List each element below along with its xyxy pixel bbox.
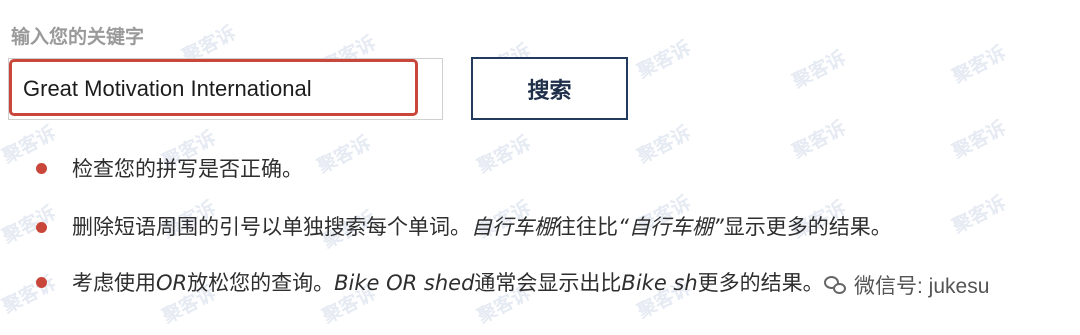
- bullet-icon: [36, 277, 47, 288]
- tip-text: 检查您的拼写是否正确。: [72, 157, 303, 181]
- tip-text: 显示更多的结果。: [723, 215, 892, 239]
- wechat-brand-overlay: 微信号: jukesu: [820, 270, 994, 300]
- tip-text: 放松您的查询。: [187, 271, 335, 295]
- tip-text: 考虑使用: [72, 271, 156, 295]
- tip-text: 通常会显示出比: [474, 271, 622, 295]
- tip-text: 往往比: [555, 215, 618, 239]
- tip-quotes: 删除短语周围的引号以单独搜索每个单词。自行车棚往往比“自行车棚”显示更多的结果。: [72, 214, 892, 240]
- tip-example: “自行车棚”: [618, 215, 724, 239]
- bullet-icon: [36, 222, 47, 233]
- bullet-icon: [36, 163, 47, 174]
- tip-spelling: 检查您的拼写是否正确。: [72, 156, 303, 182]
- tip-example: OR: [156, 271, 188, 295]
- tip-example: Bike sh: [621, 271, 698, 295]
- wechat-id: 微信号: jukesu: [854, 275, 990, 298]
- search-page: 聚客诉 聚客诉 聚客诉 聚客诉 聚客诉 聚客诉 聚客诉 聚客诉 聚客诉 聚客诉 …: [0, 0, 1080, 335]
- wechat-icon: [824, 274, 848, 296]
- tip-example: 自行车棚: [471, 215, 555, 239]
- tip-text: 更多的结果。: [697, 271, 824, 295]
- tip-or: 考虑使用OR放松您的查询。Bike OR shed通常会显示出比Bike sh更…: [72, 270, 824, 296]
- tip-text: 删除短语周围的引号以单独搜索每个单词。: [72, 215, 471, 239]
- tip-example: Bike OR shed: [334, 271, 475, 295]
